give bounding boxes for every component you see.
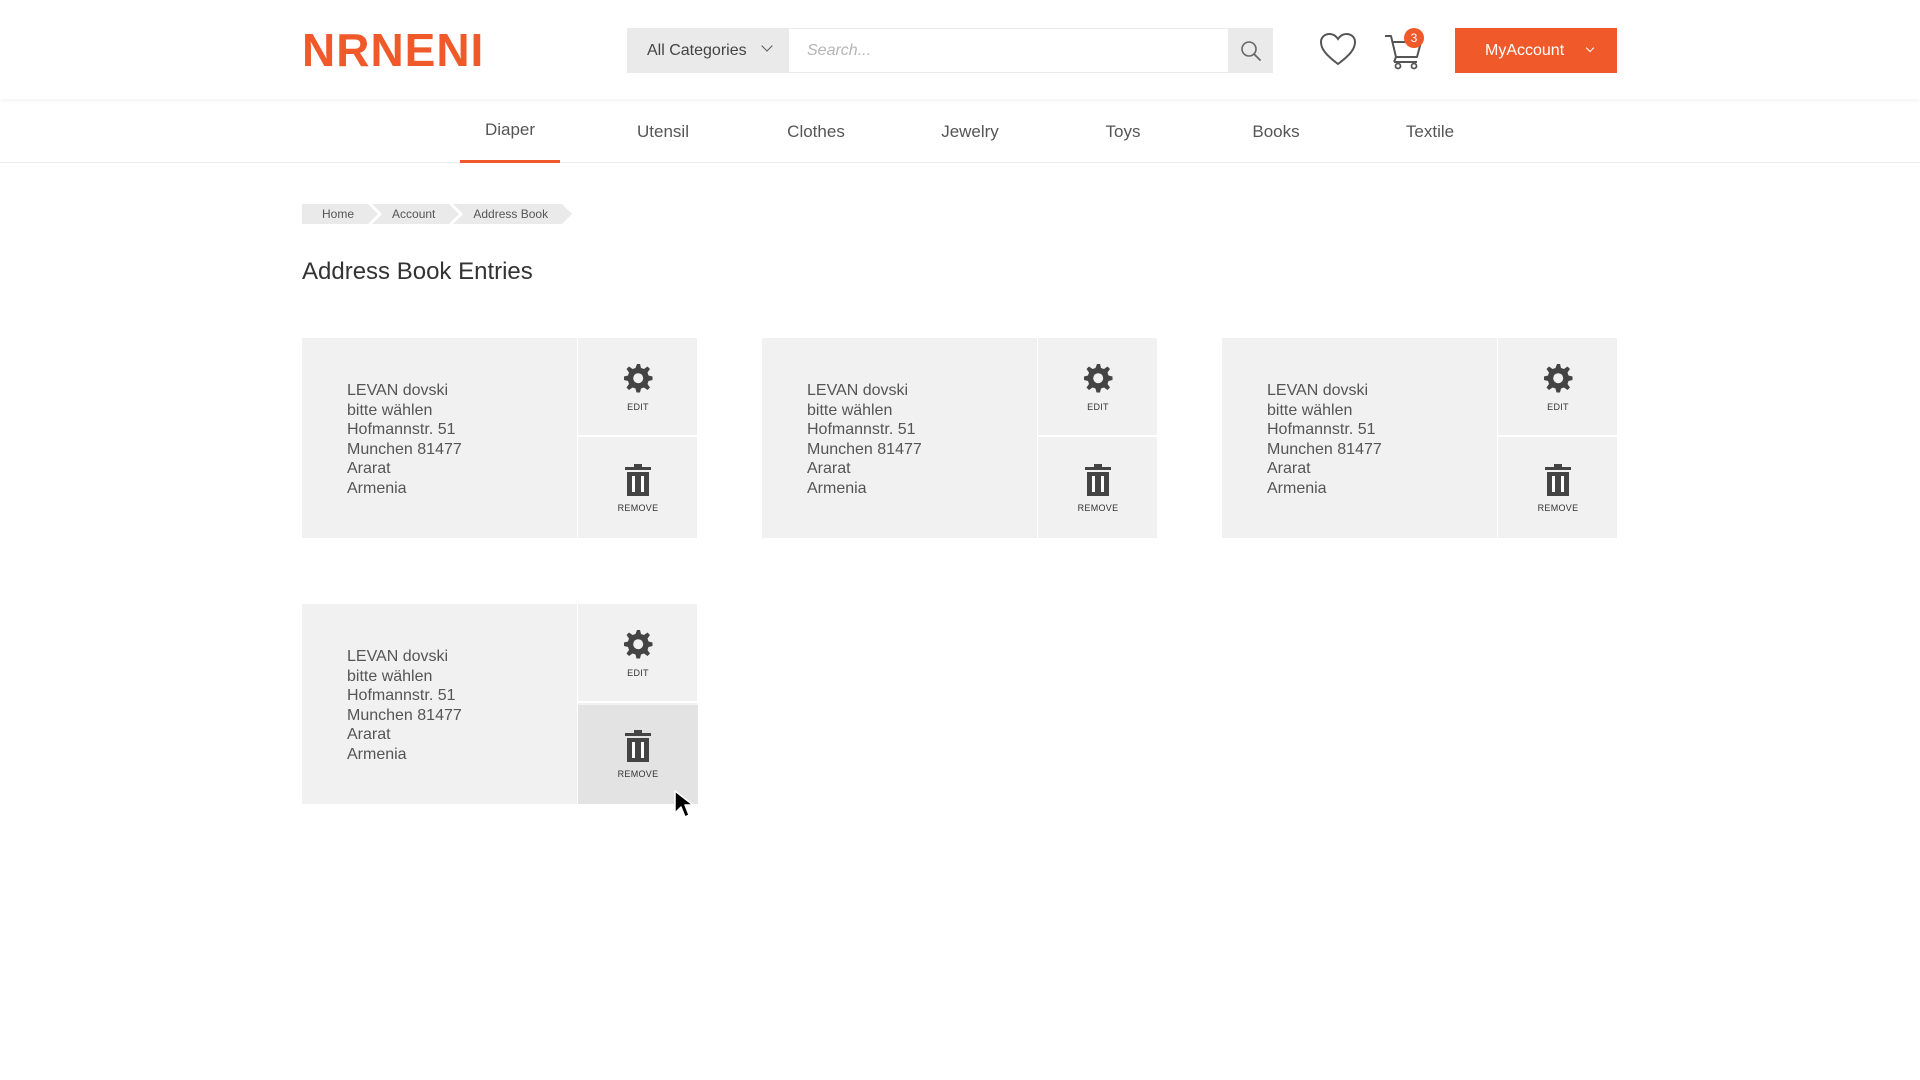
address-region: Ararat — [347, 460, 391, 477]
address-name: LEVAN dovski — [347, 382, 449, 399]
edit-label: EDIT — [1087, 402, 1109, 412]
address-country: Armenia — [347, 479, 407, 497]
address-country: Armenia — [807, 479, 867, 497]
address-street: Hofmannstr. 51 — [347, 421, 456, 438]
category-select-label: All Categories — [647, 41, 747, 59]
address-card: LEVAN dovski bitte wählen Hofmannstr. 51… — [302, 338, 698, 538]
address-street: Hofmannstr. 51 — [1267, 421, 1376, 438]
main-nav: Diaper Utensil Clothes Jewelry Toys Book… — [0, 100, 1920, 163]
address-region: Ararat — [1267, 460, 1311, 477]
edit-label: EDIT — [627, 402, 649, 412]
address-actions: EDIT REMOVE — [1037, 338, 1158, 538]
edit-label: EDIT — [627, 668, 649, 678]
address-name: LEVAN dovski — [807, 382, 909, 399]
remove-button[interactable]: REMOVE — [1038, 439, 1158, 538]
category-select[interactable]: All Categories — [627, 28, 789, 73]
chevron-down-icon — [1585, 43, 1595, 53]
address-city: Munchen 81477 — [807, 440, 922, 458]
search-button[interactable] — [1228, 28, 1273, 73]
address-street: Hofmannstr. 51 — [347, 687, 456, 704]
breadcrumb: Home Account Address Book — [302, 204, 572, 224]
address-card: LEVAN dovski bitte wählen Hofmannstr. 51… — [762, 338, 1158, 538]
gear-icon — [1544, 364, 1573, 393]
breadcrumb-home[interactable]: Home — [302, 204, 379, 224]
nav-item-clothes[interactable]: Clothes — [766, 100, 866, 163]
mouse-cursor-icon — [674, 790, 694, 818]
cart-count-badge: 3 — [1404, 28, 1424, 48]
header: NRNENI All Categories 3 MyAccount — [0, 0, 1920, 99]
address-country: Armenia — [347, 745, 407, 763]
page-title: Address Book Entries — [302, 258, 533, 285]
address-city: Munchen 81477 — [347, 706, 462, 724]
address-card: LEVAN dovski bitte wählen Hofmannstr. 51… — [1222, 338, 1618, 538]
address-region: Ararat — [347, 726, 391, 743]
address-line2: bitte wählen — [807, 401, 893, 419]
remove-label: REMOVE — [1077, 503, 1119, 513]
my-account-button[interactable]: MyAccount — [1455, 28, 1617, 73]
remove-button[interactable]: REMOVE — [1498, 439, 1618, 538]
address-text: LEVAN dovski bitte wählen Hofmannstr. 51… — [347, 381, 462, 498]
address-line2: bitte wählen — [347, 401, 433, 419]
breadcrumb-account[interactable]: Account — [372, 204, 460, 224]
address-text: LEVAN dovski bitte wählen Hofmannstr. 51… — [347, 647, 462, 764]
address-line2: bitte wählen — [1267, 401, 1353, 419]
address-card: LEVAN dovski bitte wählen Hofmannstr. 51… — [302, 604, 698, 804]
address-name: LEVAN dovski — [1267, 382, 1369, 399]
nav-item-books[interactable]: Books — [1226, 100, 1326, 163]
nav-item-diaper[interactable]: Diaper — [460, 100, 560, 163]
address-actions: EDIT REMOVE — [1497, 338, 1618, 538]
address-actions: EDIT REMOVE — [577, 338, 698, 538]
nav-item-jewelry[interactable]: Jewelry — [920, 100, 1020, 163]
gear-icon — [624, 630, 653, 659]
address-country: Armenia — [1267, 479, 1327, 497]
address-city: Munchen 81477 — [347, 440, 462, 458]
remove-label: REMOVE — [1537, 503, 1579, 513]
wishlist-heart-icon[interactable] — [1318, 30, 1358, 70]
my-account-label: MyAccount — [1485, 41, 1565, 59]
trash-icon — [625, 464, 651, 496]
gear-icon — [624, 364, 653, 393]
trash-icon — [1545, 464, 1571, 496]
edit-label: EDIT — [1547, 402, 1569, 412]
gear-icon — [1084, 364, 1113, 393]
nav-item-textile[interactable]: Textile — [1380, 100, 1480, 163]
address-region: Ararat — [807, 460, 851, 477]
address-city: Munchen 81477 — [1267, 440, 1382, 458]
address-text: LEVAN dovski bitte wählen Hofmannstr. 51… — [807, 381, 922, 498]
address-actions: EDIT REMOVE — [577, 604, 698, 804]
edit-button[interactable]: EDIT — [578, 338, 698, 437]
chevron-down-icon — [761, 40, 773, 52]
edit-button[interactable]: EDIT — [578, 604, 698, 703]
edit-button[interactable]: EDIT — [1038, 338, 1158, 437]
trash-icon — [625, 730, 651, 762]
address-name: LEVAN dovski — [347, 648, 449, 665]
nav-item-toys[interactable]: Toys — [1073, 100, 1173, 163]
address-line2: bitte wählen — [347, 667, 433, 685]
remove-label: REMOVE — [617, 503, 659, 513]
remove-label: REMOVE — [617, 769, 659, 779]
nav-item-utensil[interactable]: Utensil — [613, 100, 713, 163]
trash-icon — [1085, 464, 1111, 496]
edit-button[interactable]: EDIT — [1498, 338, 1618, 437]
search-icon — [1240, 40, 1261, 61]
address-text: LEVAN dovski bitte wählen Hofmannstr. 51… — [1267, 381, 1382, 498]
logo[interactable]: NRNENI — [302, 24, 484, 76]
remove-button[interactable]: REMOVE — [578, 439, 698, 538]
search-input[interactable] — [789, 28, 1228, 73]
address-street: Hofmannstr. 51 — [807, 421, 916, 438]
breadcrumb-address-book[interactable]: Address Book — [453, 204, 572, 224]
